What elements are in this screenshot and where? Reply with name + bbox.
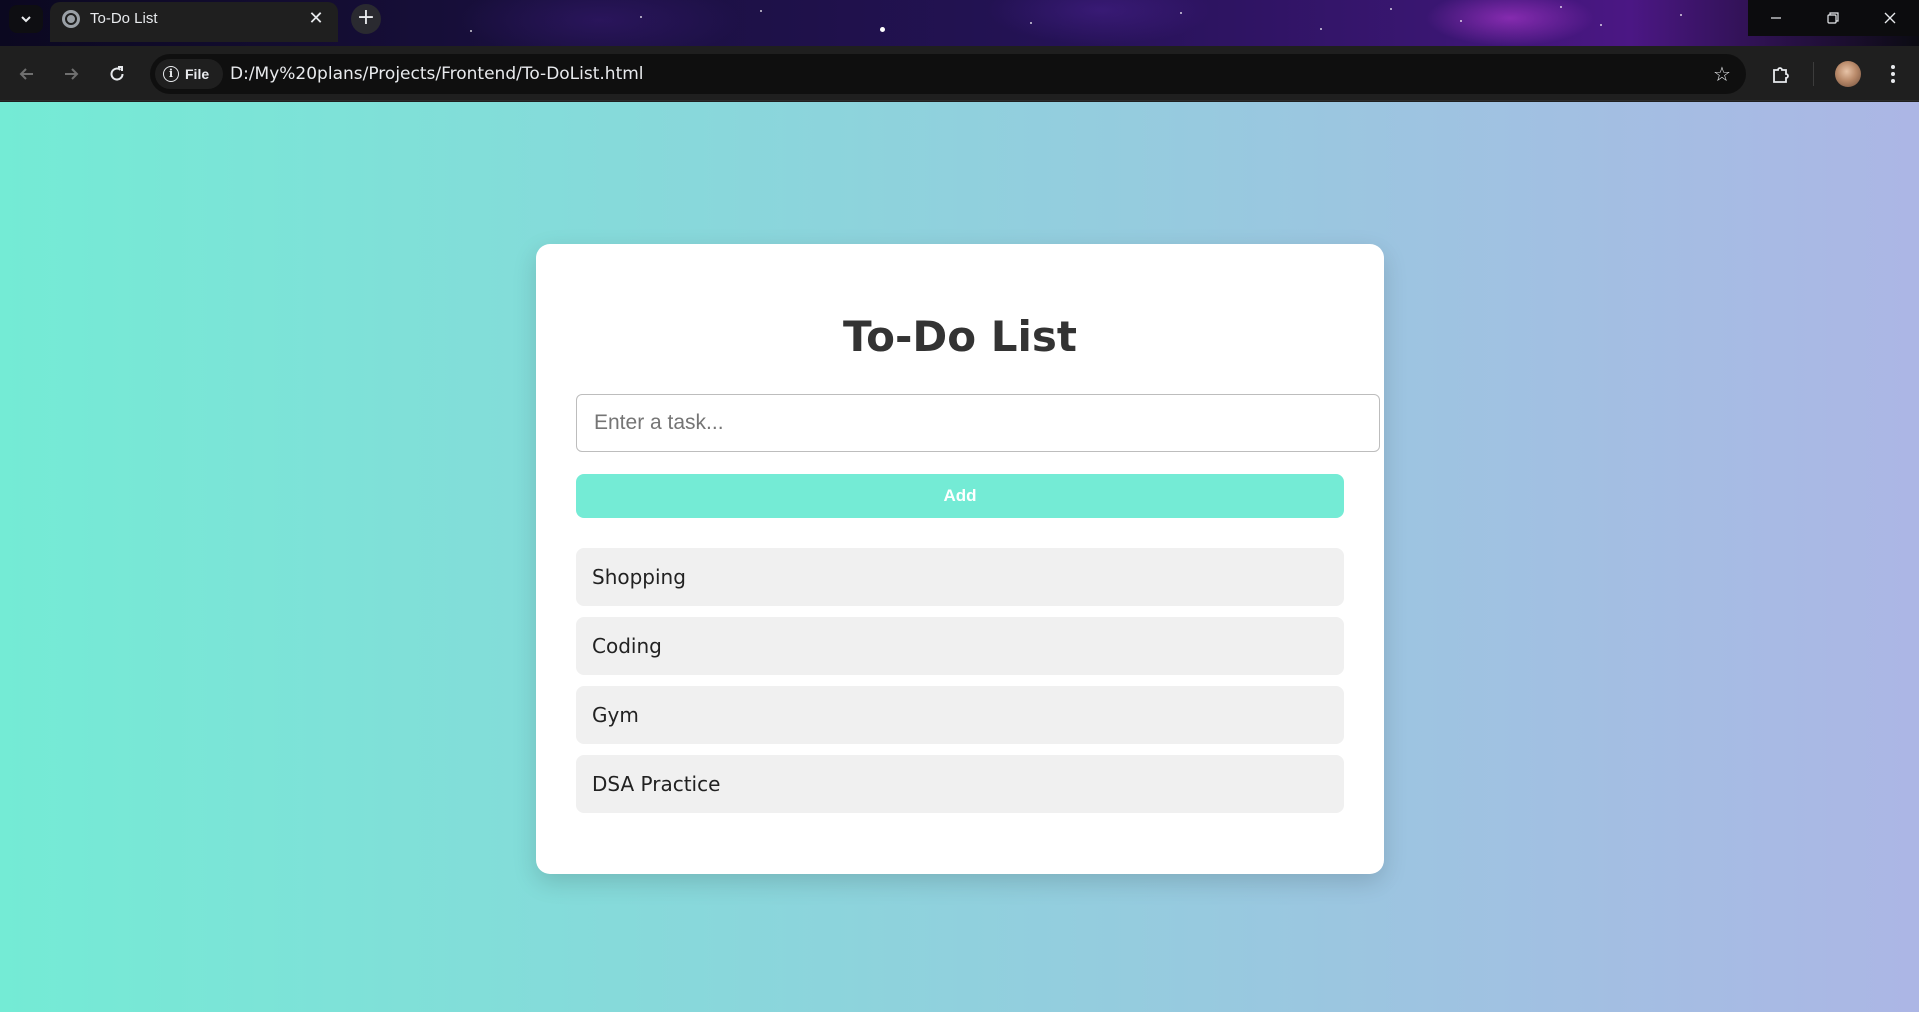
- profile-button[interactable]: [1832, 58, 1864, 90]
- todo-card: To-Do List Add Shopping Coding Gym DSA P…: [536, 244, 1384, 874]
- page-viewport: To-Do List Add Shopping Coding Gym DSA P…: [0, 102, 1919, 1012]
- reload-icon: [110, 66, 124, 81]
- reload-button[interactable]: [101, 58, 133, 90]
- site-info-button[interactable]: i File: [155, 59, 223, 89]
- arrow-right-icon: [65, 68, 79, 80]
- kebab-menu-icon: [1891, 65, 1895, 83]
- new-tab-button[interactable]: +: [351, 4, 381, 34]
- task-item[interactable]: Gym: [576, 686, 1344, 744]
- forward-button[interactable]: [55, 58, 87, 90]
- info-icon: i: [163, 66, 179, 82]
- extensions-button[interactable]: [1765, 58, 1797, 90]
- restore-icon: [1827, 12, 1839, 24]
- chevron-down-icon: [21, 16, 31, 23]
- toolbar-divider: [1813, 62, 1814, 86]
- tab-close-icon[interactable]: ✕: [304, 7, 328, 31]
- close-icon: [1884, 12, 1896, 24]
- minimize-button[interactable]: [1748, 0, 1804, 36]
- minimize-icon: [1771, 17, 1781, 19]
- bookmark-star-icon[interactable]: ☆: [1710, 62, 1734, 86]
- arrow-left-icon: [19, 68, 33, 80]
- puzzle-icon: [1773, 67, 1789, 83]
- task-item[interactable]: Shopping: [576, 548, 1344, 606]
- site-info-label: File: [185, 66, 210, 82]
- address-bar[interactable]: i File D:/My%20plans/Projects/Frontend/T…: [150, 54, 1746, 94]
- tab-title: To-Do List: [90, 10, 158, 27]
- browser-title-bar: To-Do List ✕ +: [0, 0, 1919, 46]
- close-window-button[interactable]: [1862, 0, 1918, 36]
- avatar: [1835, 61, 1861, 87]
- restore-button[interactable]: [1805, 0, 1861, 36]
- back-button[interactable]: [11, 58, 43, 90]
- browser-toolbar: i File D:/My%20plans/Projects/Frontend/T…: [0, 46, 1919, 101]
- globe-icon: [62, 10, 80, 28]
- tab-search-button[interactable]: [9, 5, 43, 33]
- task-list: Shopping Coding Gym DSA Practice: [576, 548, 1344, 824]
- browser-tab-active[interactable]: To-Do List ✕: [50, 2, 338, 42]
- task-input[interactable]: [576, 394, 1380, 452]
- task-item[interactable]: Coding: [576, 617, 1344, 675]
- task-item[interactable]: DSA Practice: [576, 755, 1344, 813]
- url-text[interactable]: D:/My%20plans/Projects/Frontend/To-DoLis…: [230, 64, 644, 84]
- window-controls: [1748, 0, 1919, 36]
- page-title: To-Do List: [843, 312, 1077, 361]
- browser-menu-button[interactable]: [1877, 58, 1909, 90]
- add-task-button[interactable]: Add: [576, 474, 1344, 518]
